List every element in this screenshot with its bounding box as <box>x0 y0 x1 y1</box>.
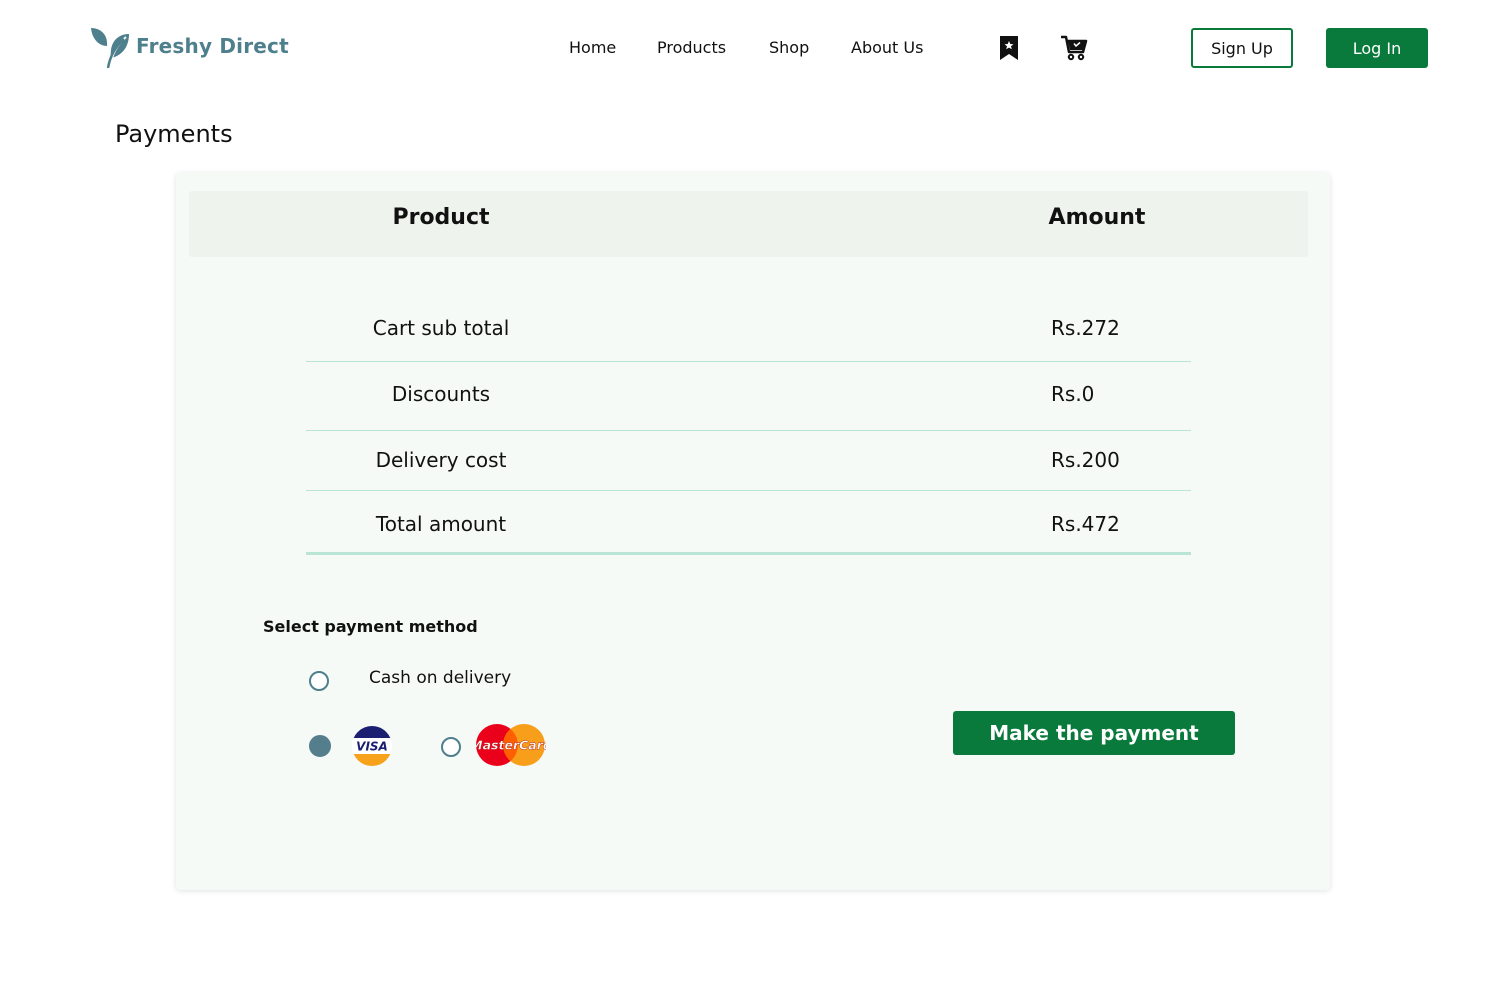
page-title: Payments <box>115 120 233 148</box>
column-header-product: Product <box>392 205 490 230</box>
signup-button[interactable]: Sign Up <box>1191 28 1293 68</box>
row-label-subtotal: Cart sub total <box>372 316 510 340</box>
nav-products[interactable]: Products <box>657 36 726 60</box>
payment-method-label: Select payment method <box>263 617 478 636</box>
top-header: Freshy Direct Home Products Shop About U… <box>0 0 1512 96</box>
login-button[interactable]: Log In <box>1326 28 1428 68</box>
row-label-delivery: Delivery cost <box>375 448 507 472</box>
table-row: Cart sub total Rs.272 <box>306 297 1191 362</box>
row-value-discounts: Rs.0 <box>1051 382 1095 406</box>
payment-card: Product Amount Cart sub total Rs.272 Dis… <box>176 173 1330 890</box>
visa-logo[interactable]: VISA <box>352 724 392 772</box>
table-row: Discounts Rs.0 <box>306 362 1191 431</box>
brand-logo[interactable]: Freshy Direct <box>88 24 289 68</box>
leaf-logo-icon <box>91 28 129 68</box>
table-row: Delivery cost Rs.200 <box>306 431 1191 491</box>
table-row-total: Total amount Rs.472 <box>306 491 1191 555</box>
make-payment-button[interactable]: Make the payment <box>953 711 1235 755</box>
brand-name: Freshy Direct <box>136 34 289 58</box>
visa-radio[interactable] <box>309 735 331 757</box>
row-value-subtotal: Rs.272 <box>1051 316 1120 340</box>
svg-text:VISA: VISA <box>356 740 388 754</box>
mastercard-logo[interactable]: MasterCard <box>470 723 553 771</box>
mastercard-radio[interactable] <box>441 737 461 757</box>
nav-about-us[interactable]: About Us <box>851 36 923 60</box>
row-label-discounts: Discounts <box>391 382 491 406</box>
cart-icon[interactable] <box>1060 34 1088 62</box>
cod-label: Cash on delivery <box>369 668 512 688</box>
nav-shop[interactable]: Shop <box>769 36 809 60</box>
svg-text:MasterCard: MasterCard <box>476 738 546 753</box>
row-label-total: Total amount <box>375 512 507 536</box>
column-header-amount: Amount <box>1048 205 1146 230</box>
row-value-delivery: Rs.200 <box>1051 448 1120 472</box>
nav-home[interactable]: Home <box>569 36 616 60</box>
cod-radio[interactable] <box>309 671 329 691</box>
bookmark-icon[interactable] <box>998 34 1020 62</box>
table-header: Product Amount <box>189 191 1308 257</box>
row-value-total: Rs.472 <box>1051 512 1120 536</box>
